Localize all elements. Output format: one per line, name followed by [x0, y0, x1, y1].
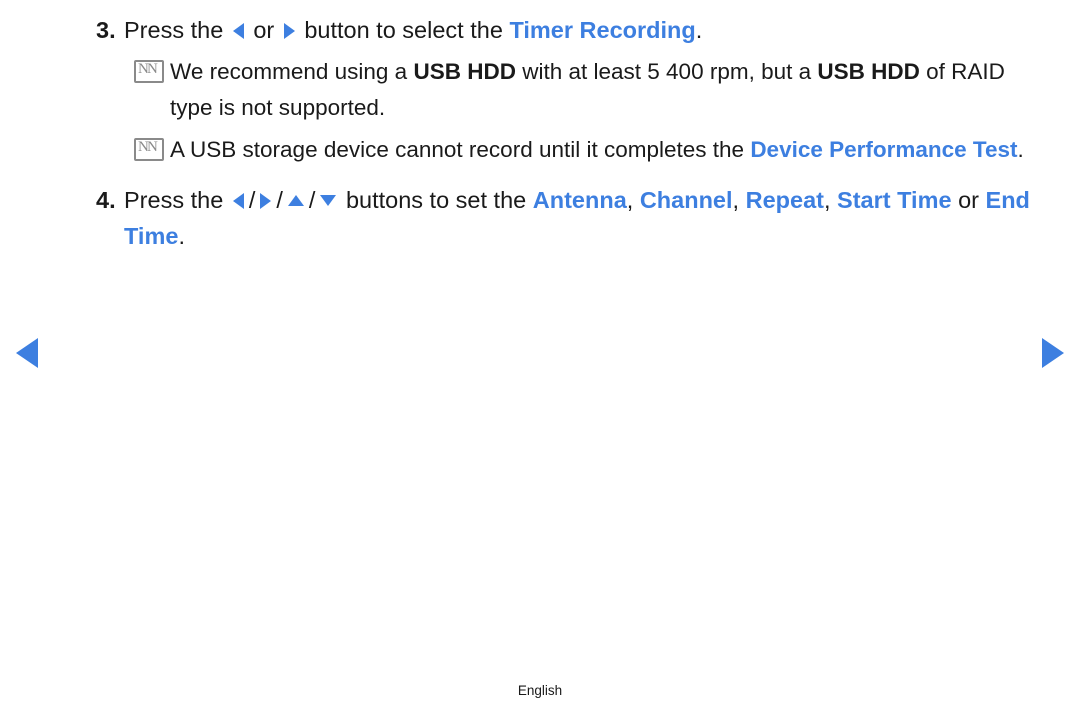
step-4-highlight-channel: Channel — [639, 187, 733, 213]
step-4-text-pre: Press the — [124, 187, 224, 213]
prev-page-arrow[interactable] — [16, 338, 38, 368]
step-4-text-mid: buttons to set the — [345, 187, 527, 213]
step-3-highlight: Timer Recording — [509, 17, 696, 43]
arrow-up-icon — [287, 195, 304, 207]
note-marker-icon — [134, 54, 164, 94]
step-3-joiner: or — [253, 17, 275, 43]
note-marker-icon-2 — [134, 132, 164, 172]
step-3-number: 3. — [96, 17, 116, 43]
step-4-comma-1: , — [626, 187, 634, 213]
step-4-separator-3: / — [308, 187, 316, 213]
note-2: A USB storage device cannot record until… — [134, 132, 1036, 172]
note-2-segment-1: A USB storage device cannot record until… — [170, 137, 751, 162]
step-4-separator-1: / — [248, 187, 256, 213]
step-4-body: Press the / / / buttons to set the Antenna… — [124, 182, 1036, 254]
note-1-bold-1: USB HDD — [413, 59, 516, 84]
note-2-segment-2: . — [1017, 137, 1024, 162]
footer-language: English — [517, 683, 563, 698]
step-3: 3. Press the or button to select the Tim… — [96, 12, 1036, 48]
arrow-left-icon — [232, 22, 244, 39]
note-1-segment-2: with at least 5 400 rpm, but a — [515, 59, 818, 84]
next-page-arrow[interactable] — [1042, 338, 1064, 368]
page-content: 3. Press the or button to select the Tim… — [96, 12, 1036, 256]
step-3-text-mid: button to select the — [304, 17, 503, 43]
step-4-highlight-repeat: Repeat — [745, 187, 824, 213]
manual-page: 3. Press the or button to select the Tim… — [0, 0, 1080, 705]
note-1: We recommend using a USB HDD with at lea… — [134, 54, 1036, 126]
step-3-body: Press the or button to select the Timer … — [124, 12, 1036, 48]
step-3-text-end: . — [695, 17, 703, 43]
note-1-bold-2: USB HDD — [817, 59, 920, 84]
nn-badge-icon-2 — [134, 138, 164, 161]
step-4-highlight-antenna: Antenna — [532, 187, 627, 213]
step-4: 4. Press the / / / buttons to set the Ante… — [96, 182, 1036, 254]
note-1-body: We recommend using a USB HDD with at lea… — [170, 54, 1036, 126]
step-4-comma-2: , — [732, 187, 740, 213]
note-1-segment-1: We recommend using a — [170, 59, 414, 84]
nn-badge-icon — [134, 60, 164, 83]
step-4-number: 4. — [96, 187, 116, 213]
step-4-text-end: . — [178, 223, 185, 249]
step-4-comma-3: , — [823, 187, 831, 213]
step-4-highlight-start-time: Start Time — [837, 187, 952, 213]
step-4-or: or — [958, 187, 979, 213]
arrow-right-icon-2 — [260, 192, 272, 209]
arrow-left-icon-2 — [232, 192, 244, 209]
note-2-body: A USB storage device cannot record until… — [170, 132, 1036, 168]
step-3-text-pre: Press the — [124, 17, 224, 43]
arrow-right-icon — [283, 22, 295, 39]
step-4-separator-2: / — [276, 187, 283, 213]
arrow-down-icon — [320, 195, 337, 207]
note-2-highlight: Device Performance Test — [750, 137, 1018, 162]
